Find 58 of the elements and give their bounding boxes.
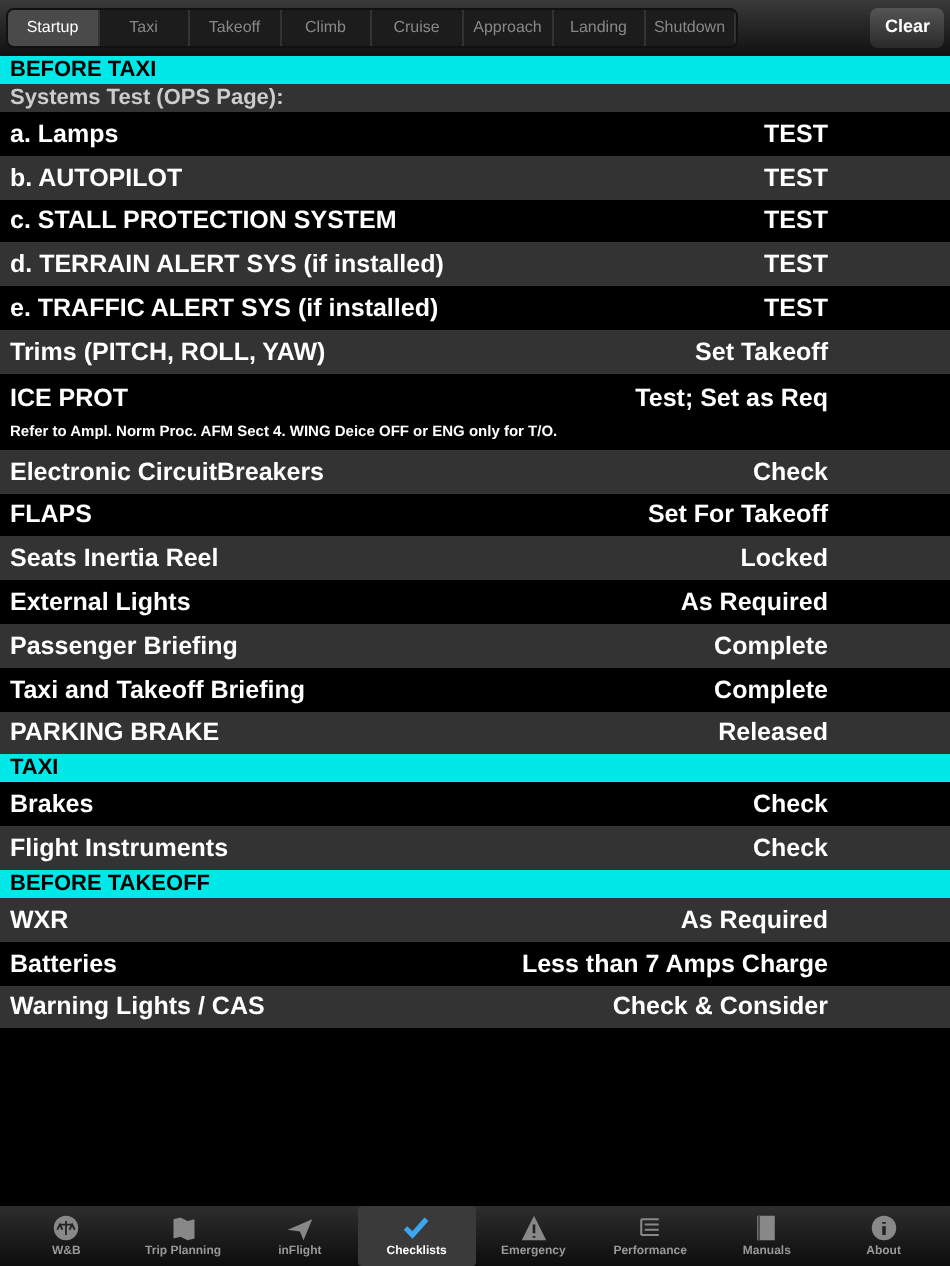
step-action: Released [718, 716, 828, 749]
section-header: BEFORE TAKEOFF [0, 869, 950, 898]
step-action: Check [752, 455, 828, 488]
step-action: TEST [764, 248, 828, 281]
step-action: Check [752, 788, 828, 821]
phase-tab[interactable]: Cruise [372, 10, 463, 46]
phase-tab[interactable]: Shutdown [645, 10, 736, 46]
step-label: Taxi and Takeoff Briefing [10, 673, 307, 706]
step-action: Complete [714, 673, 828, 706]
step-label: Systems Test (OPS Page): [10, 84, 286, 112]
phase-tab[interactable]: Startup [8, 10, 99, 46]
step-action: Check [752, 832, 828, 865]
step-action: TEST [764, 204, 828, 237]
step-action: As Required [680, 586, 828, 619]
warning-icon [519, 1213, 548, 1241]
step-action: TEST [764, 161, 828, 194]
step-label: Batteries [10, 947, 119, 980]
step-action: Complete [714, 629, 828, 662]
checkmark-icon [402, 1213, 431, 1241]
phase-tab[interactable]: Approach [463, 10, 554, 46]
list-icon [636, 1213, 665, 1241]
step-action: Locked [740, 542, 828, 575]
step-action: TEST [764, 117, 828, 150]
step-label: d. TERRAIN ALERT SYS (if installed) [10, 248, 446, 281]
step-label: b. AUTOPILOT [10, 161, 185, 194]
phase-tab[interactable]: Climb [281, 10, 372, 46]
step-label: Seats Inertia Reel [10, 542, 221, 575]
step-label: FLAPS [10, 498, 94, 531]
step-label: a. Lamps [10, 117, 121, 150]
map-icon [169, 1213, 198, 1241]
step-action: As Required [680, 903, 828, 936]
phase-tab[interactable]: Taxi [99, 10, 190, 46]
step-label: External Lights [10, 586, 193, 619]
step-action: Set Takeoff [695, 335, 828, 368]
book-icon [752, 1213, 781, 1241]
step-action: TEST [764, 292, 828, 325]
step-label: WXR [10, 903, 71, 936]
step-label: Trims (PITCH, ROLL, YAW) [10, 335, 328, 368]
step-label: Brakes [10, 788, 96, 821]
section-header: BEFORE TAXI [0, 56, 950, 84]
step-label: Flight Instruments [10, 832, 231, 865]
scale-icon [52, 1213, 81, 1241]
step-action: Check & Consider [612, 990, 828, 1023]
step-label: Warning Lights / CAS [10, 990, 267, 1023]
phase-tab[interactable]: Takeoff [190, 10, 281, 46]
step-action: Test; Set as Req [635, 381, 828, 414]
step-label: e. TRAFFIC ALERT SYS (if installed) [10, 292, 441, 325]
step-label: PARKING BRAKE [10, 716, 222, 749]
info-icon [869, 1213, 898, 1241]
step-label: Electronic CircuitBreakers [10, 455, 327, 488]
step-action: Less than 7 Amps Charge [521, 947, 828, 980]
step-label: Passenger Briefing [10, 629, 240, 662]
section-header: TAXI [0, 754, 950, 783]
clear-button[interactable]: Clear [870, 8, 944, 48]
step-label: ICE PROT [10, 381, 131, 414]
step-action: Set For Takeoff [647, 498, 828, 531]
step-label: c. STALL PROTECTION SYSTEM [10, 204, 399, 237]
phase-tab[interactable]: Landing [554, 10, 645, 46]
